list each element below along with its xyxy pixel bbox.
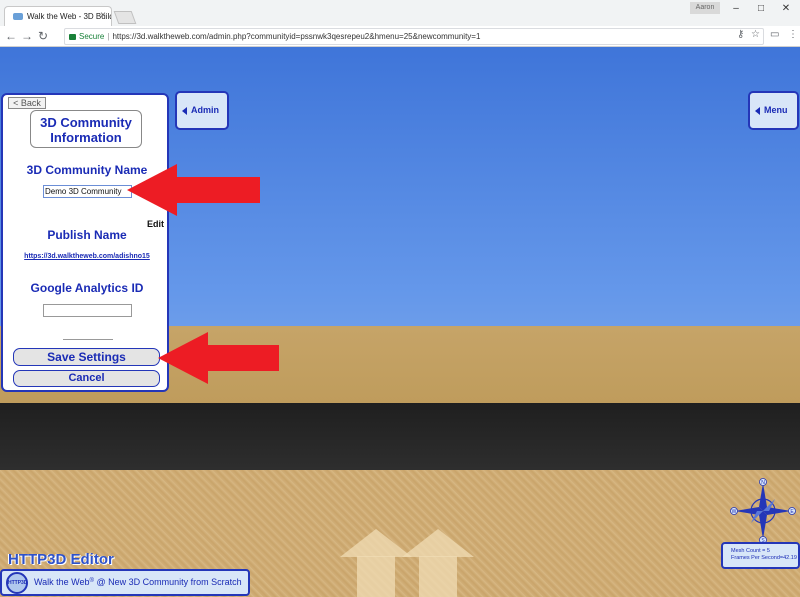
admin-button-label: Admin [191,105,219,115]
frames-per-second: Frames Per Second=42.19 [731,555,797,561]
key-icon[interactable]: ⚷ [737,29,744,40]
menu-button[interactable]: Menu [748,91,799,130]
arrow-shaft [176,177,260,203]
compass-n-label: N [761,480,765,486]
divider [63,339,113,340]
google-analytics-input[interactable] [43,304,132,317]
extension-icon[interactable]: ▭ [770,29,779,40]
http3d-logo-icon[interactable]: HTTP3D [6,572,28,594]
mesh-count: Mesh Count = 5 [731,548,770,554]
compass-w-label: W [732,509,737,515]
location-bar: HTTP3D Walk the Web® @ New 3D Community … [0,569,250,596]
maximize-icon[interactable]: □ [749,2,773,16]
save-settings-button[interactable]: Save Settings [13,348,160,366]
move-forward-arrow-shaft [357,556,395,597]
red-arrow-annotation [127,164,260,216]
compass-icon[interactable]: N E S W [729,477,797,545]
editor-title: HTTP3D Editor [8,551,114,568]
render-stats: Mesh Count = 5 Frames Per Second=42.19 [721,542,800,569]
caret-left-icon [182,107,187,115]
community-settings-panel: < Back 3D Community Information 3D Commu… [1,93,169,392]
secure-label: Secure [79,32,105,41]
cancel-button[interactable]: Cancel [13,370,160,387]
caret-left-icon [755,107,760,115]
menu-button-label: Menu [764,105,788,115]
publish-name-label: Publish Name [47,228,127,242]
close-window-icon[interactable]: ✕ [774,2,798,16]
menu-icon[interactable]: ⋮ [788,29,798,40]
move-forward-arrow-icon-2[interactable] [402,529,474,557]
browser-title-bar: Walk the Web - 3D Build × Aaron – □ ✕ [0,0,800,26]
admin-button[interactable]: Admin [175,91,229,130]
tab-favicon-icon [13,13,23,20]
new-tab-button[interactable] [113,11,137,24]
road [0,403,800,470]
google-analytics-label: Google Analytics ID [30,281,144,295]
lock-icon [69,34,76,40]
address-bar[interactable]: Secure | https://3d.walktheweb.com/admin.p… [64,28,764,45]
red-arrow-annotation-2 [158,332,279,384]
arrow-head [127,164,177,216]
url-text: https://3d.walktheweb.com/admin.php?comm… [112,32,481,41]
location-name: @ New 3D Community from Scratch [93,577,242,587]
back-button[interactable]: < Back [8,97,46,109]
star-icon[interactable]: ☆ [751,29,760,40]
forward-arrow-icon[interactable]: → [20,28,34,44]
browser-toolbar: ← → ↻ Secure | https://3d.walktheweb.com/a… [0,26,800,47]
arrow-head [158,332,208,384]
panel-title-line2: Information [50,130,122,145]
panel-title-line1: 3D Community [40,115,132,130]
panel-title: 3D Community Information [30,110,142,148]
minimize-icon[interactable]: – [724,2,748,16]
url-separator: | [107,32,110,41]
move-forward-arrow-shaft-2 [419,556,457,597]
brand-name: Walk the Web [34,577,90,587]
back-arrow-icon[interactable]: ← [4,28,18,44]
profile-chip[interactable]: Aaron [690,2,720,14]
arrow-shaft [207,345,279,371]
location-text: Walk the Web® @ New 3D Community from Sc… [34,577,242,587]
browser-tab[interactable]: Walk the Web - 3D Build × [4,6,112,26]
tab-close-icon[interactable]: × [100,10,106,21]
community-name-input[interactable] [43,185,132,198]
reload-icon[interactable]: ↻ [36,28,50,44]
publish-url-link[interactable]: https://3d.walktheweb.com/adishno15 [3,253,171,260]
